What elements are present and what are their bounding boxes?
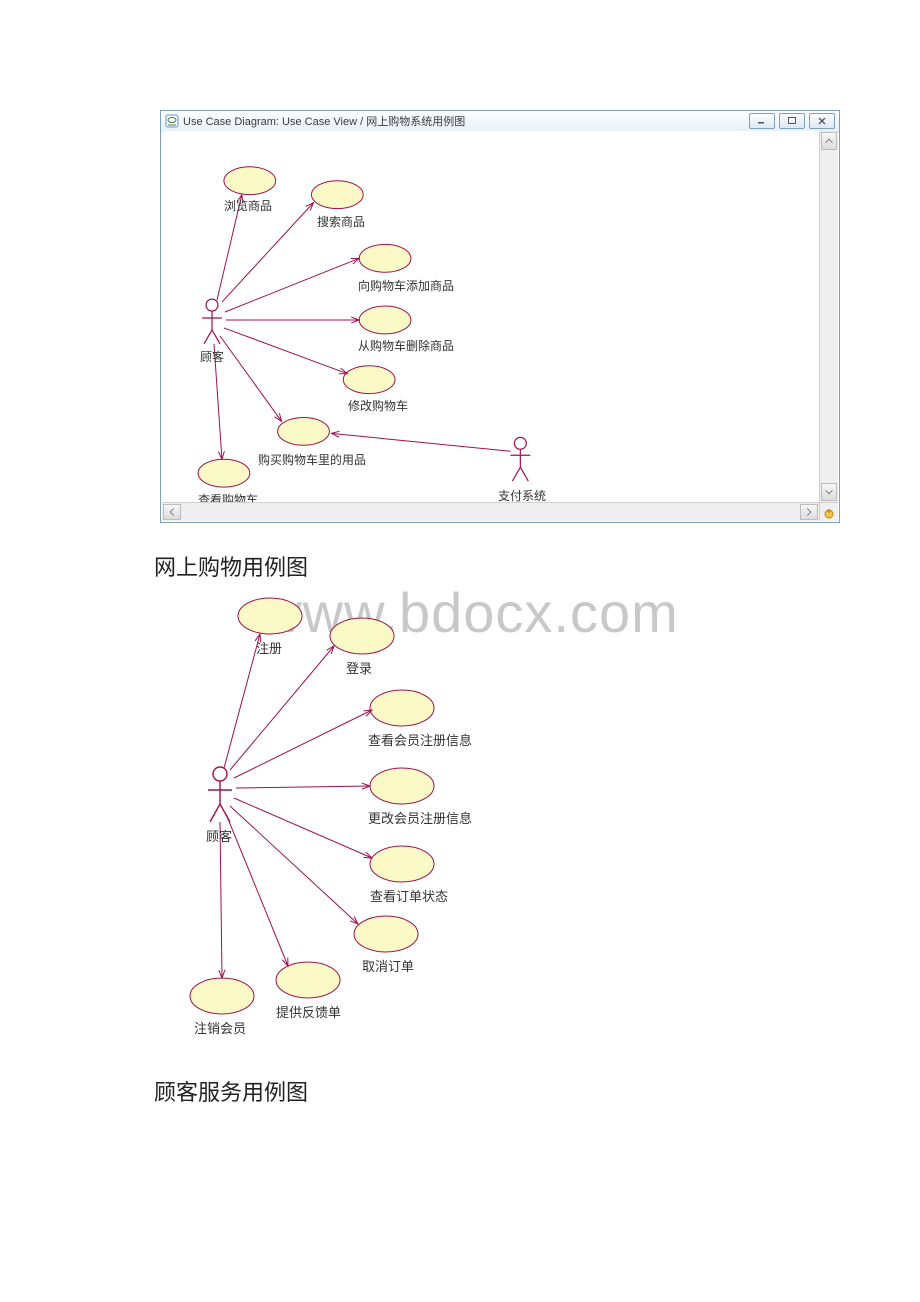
usecase-browse <box>224 167 276 195</box>
usecase-search <box>311 181 363 209</box>
usecase-modify <box>343 366 395 394</box>
scroll-left-button[interactable] <box>163 504 181 520</box>
vertical-scrollbar[interactable] <box>819 131 838 502</box>
scroll-up-button[interactable] <box>821 132 837 150</box>
horizontal-scrollbar[interactable] <box>162 502 819 521</box>
usecase-search-label: 搜索商品 <box>317 213 365 230</box>
actor-customer <box>202 299 222 344</box>
diagram-window: Use Case Diagram: Use Case View / 网上购物系统… <box>160 110 840 523</box>
titlebar[interactable]: Use Case Diagram: Use Case View / 网上购物系统… <box>161 111 839 132</box>
usecase-purchase-label: 购买购物车里的用品 <box>258 451 366 468</box>
maximize-button[interactable] <box>779 113 805 129</box>
usecase-unregister-label: 注销会员 <box>194 1018 246 1037</box>
usecase-viewmember <box>370 690 434 726</box>
caption-shopping: 网上购物用例图 <box>154 550 308 582</box>
actor-customer-2-label: 顾客 <box>206 826 232 845</box>
usecase-viewcart-label: 查看购物车 <box>198 491 258 502</box>
usecase-cancelorder <box>354 916 418 952</box>
usecase-viewmember-label: 查看会员注册信息 <box>368 730 472 749</box>
usecase-register-label: 注册 <box>256 638 282 657</box>
actor-payment <box>510 437 530 481</box>
actor-payment-label: 支付系统 <box>498 487 546 502</box>
usecase-remove <box>359 306 411 334</box>
scroll-down-button[interactable] <box>821 483 837 501</box>
close-button[interactable] <box>809 113 835 129</box>
window-controls <box>749 113 835 129</box>
caption-service: 顾客服务用例图 <box>154 1075 308 1107</box>
usecase-orderstatus-label: 查看订单状态 <box>370 886 448 905</box>
usecase-modify-label: 修改购物车 <box>348 397 408 414</box>
usecase-feedback <box>276 962 340 998</box>
page: Use Case Diagram: Use Case View / 网上购物系统… <box>0 0 920 1302</box>
usecase-editmember <box>370 768 434 804</box>
usecase-purchase <box>278 417 330 445</box>
usecase-login-label: 登录 <box>346 658 372 677</box>
scroll-right-button[interactable] <box>800 504 818 520</box>
usecase-editmember-label: 更改会员注册信息 <box>368 808 472 827</box>
minimize-button[interactable] <box>749 113 775 129</box>
usecase-login <box>330 618 394 654</box>
actor-customer-2 <box>208 767 232 822</box>
usecase-cancelorder-label: 取消订单 <box>362 956 414 975</box>
usecase-unregister <box>190 978 254 1014</box>
resize-corner[interactable] <box>819 502 838 521</box>
diagram-canvas-1[interactable]: 顾客 支付系统 浏览商品 搜索商品 向购物车添加商品 从购物车删除商品 修改购物… <box>162 131 819 502</box>
actor-customer-label: 顾客 <box>200 348 224 365</box>
usecase-register <box>238 598 302 634</box>
usecase-browse-label: 浏览商品 <box>224 197 272 214</box>
usecase-diagram-1 <box>162 131 819 502</box>
usecase-remove-label: 从购物车删除商品 <box>358 337 454 354</box>
diagram-canvas-2: 顾客 注册 登录 查看会员注册信息 更改会员注册信息 查看订单状态 取消订单 提… <box>170 586 650 1061</box>
window-title: Use Case Diagram: Use Case View / 网上购物系统… <box>183 113 749 129</box>
usecase-add <box>359 244 411 272</box>
usecase-viewcart <box>198 459 250 487</box>
usecase-feedback-label: 提供反馈单 <box>276 1002 341 1021</box>
usecase-orderstatus <box>370 846 434 882</box>
usecase-add-label: 向购物车添加商品 <box>358 277 454 294</box>
diagram-icon <box>165 114 179 128</box>
